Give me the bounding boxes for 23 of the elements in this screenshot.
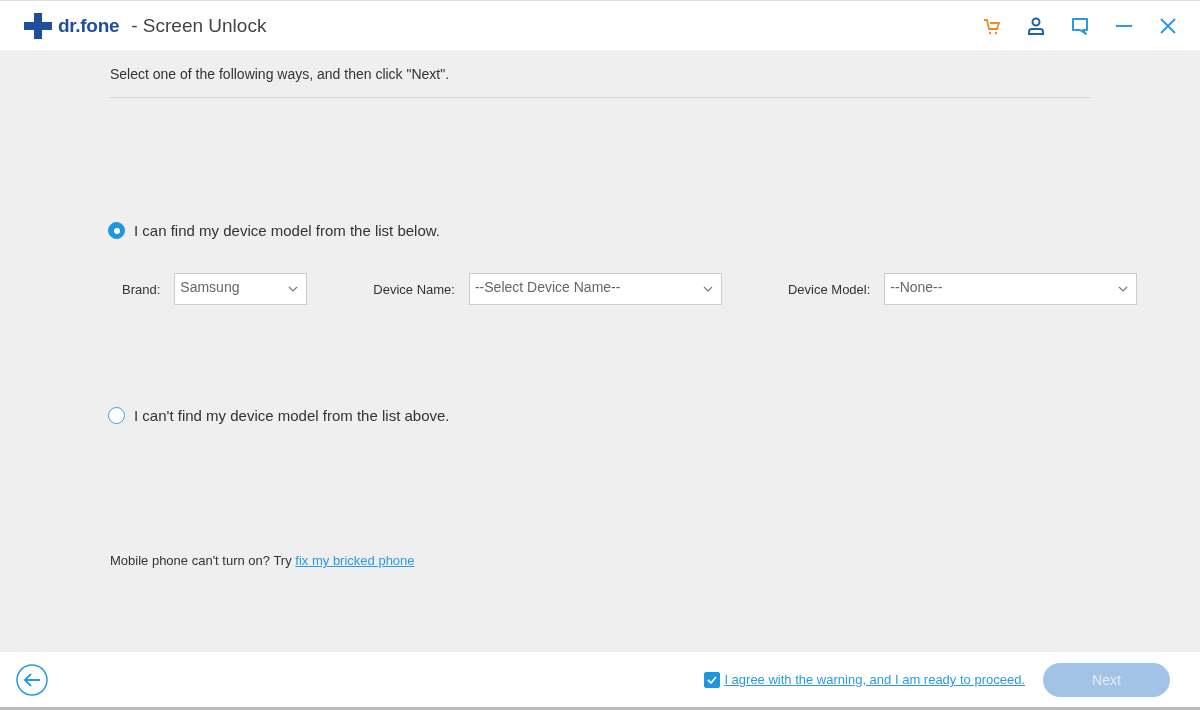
chat-bubble-icon[interactable] <box>1070 15 1090 36</box>
radio-button[interactable] <box>108 407 125 424</box>
agree-link[interactable]: I agree with the warning, and I am ready to proceed. <box>724 672 1025 687</box>
close-icon[interactable] <box>1158 15 1178 36</box>
user-icon[interactable] <box>1026 15 1046 36</box>
instruction-text: Select one of the following ways, and then click "Next". <box>110 66 1090 98</box>
dropdown[interactable]: --Select Device Name-- <box>468 273 722 305</box>
hint-text: Mobile phone can't turn on? Try fix my bricked phone <box>110 553 416 568</box>
option-label: I can find my device model from the list below. <box>134 222 440 239</box>
select-label: Device Model: <box>787 281 871 297</box>
plus-logo-icon <box>24 12 52 39</box>
radio-button[interactable] <box>108 222 125 239</box>
chevron-down-icon <box>702 286 713 292</box>
chevron-down-icon <box>1118 286 1129 292</box>
chevron-down-icon <box>288 286 299 292</box>
dropdown[interactable]: Samsung <box>174 273 308 305</box>
logo-text: dr.fone <box>58 14 120 37</box>
select-label: Device Name: <box>373 281 455 297</box>
dropdown[interactable]: --None-- <box>884 273 1138 305</box>
checkbox[interactable] <box>704 671 721 688</box>
window-title: - Screen Unlock <box>131 14 267 37</box>
select-label: Brand: <box>122 281 161 297</box>
option-label: I can't find my device model from the list above. <box>134 407 450 424</box>
